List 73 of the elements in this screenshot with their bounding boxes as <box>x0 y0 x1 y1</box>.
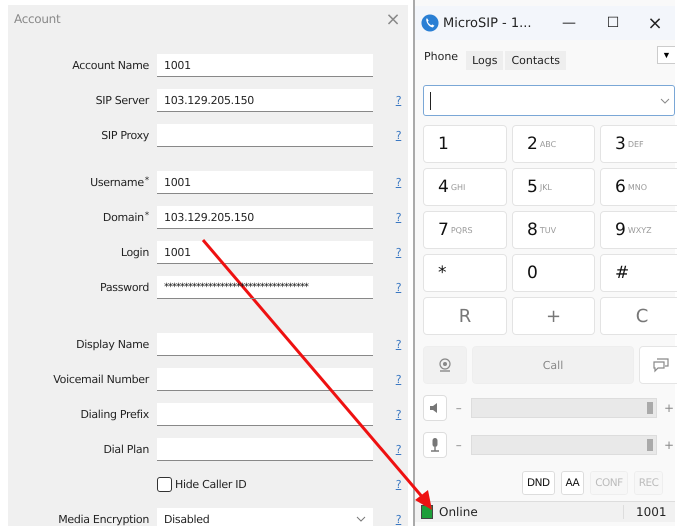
message-button[interactable] <box>639 346 677 384</box>
plus-label: + <box>663 401 675 415</box>
field-label: Media Encryption <box>58 513 149 526</box>
tab[interactable]: Contacts <box>505 51 566 70</box>
microphone-button[interactable] <box>423 432 447 458</box>
input-field[interactable]: 1001 <box>157 171 373 194</box>
keypad-key[interactable]: C <box>600 297 677 335</box>
keypad-key[interactable]: 0 <box>512 254 595 292</box>
close-button[interactable]: × <box>635 12 675 34</box>
field-label: Display Name <box>76 338 149 351</box>
chevron-down-icon <box>660 98 670 104</box>
speaker-button[interactable] <box>423 395 447 421</box>
toggle-button[interactable]: DND <box>522 471 555 495</box>
help-link[interactable]: ? <box>396 408 402 421</box>
field-label: Dialing Prefix <box>80 408 149 421</box>
help-link[interactable]: ? <box>396 338 402 351</box>
help-link[interactable]: ? <box>396 176 402 189</box>
help-link[interactable]: ? <box>396 513 402 526</box>
chevron-down-icon <box>356 516 366 522</box>
minus-label: – <box>454 438 463 452</box>
checkbox[interactable] <box>157 477 172 492</box>
input-field[interactable]: 103.129.205.150 <box>157 206 373 229</box>
keypad-key[interactable]: R <box>423 297 507 335</box>
help-link[interactable]: ? <box>396 443 402 456</box>
field-label: SIP Proxy <box>101 129 149 142</box>
input-field[interactable] <box>157 438 373 461</box>
input-field[interactable]: 1001 <box>157 54 373 77</box>
input-field[interactable] <box>157 333 373 356</box>
keypad-key[interactable]: 1 <box>423 125 507 163</box>
help-link[interactable]: ? <box>396 129 402 142</box>
field-label: Password <box>100 281 149 294</box>
minimize-button[interactable]: — <box>547 15 591 31</box>
help-link[interactable]: ? <box>396 373 402 386</box>
help-link[interactable]: ? <box>396 211 402 224</box>
maximize-button[interactable]: ☐ <box>591 15 635 31</box>
help-link[interactable]: ? <box>396 478 402 491</box>
webcam-icon <box>437 357 453 373</box>
video-button[interactable] <box>423 346 467 384</box>
keypad-key[interactable]: + <box>512 297 595 335</box>
input-field[interactable]: 1001 <box>157 241 373 264</box>
status-text: Online <box>439 505 479 519</box>
field-label: Domain$^{*}$ <box>102 211 149 224</box>
dropdown[interactable]: Disabled <box>157 508 373 526</box>
input-field[interactable] <box>157 403 373 426</box>
slider-thumb[interactable] <box>647 439 654 451</box>
account-number: 1001 <box>623 505 675 519</box>
keypad-key[interactable]: # <box>600 254 677 292</box>
chat-icon <box>652 357 670 373</box>
field-label: SIP Server <box>96 94 149 107</box>
window-title: Account <box>14 12 62 26</box>
window-title: MicroSIP - 1... <box>443 16 533 30</box>
input-field[interactable] <box>157 124 373 147</box>
field-label: Dial Plan <box>103 443 149 456</box>
field-label: Login <box>120 246 149 259</box>
minus-label: – <box>454 401 463 415</box>
field-label: Account Name <box>72 59 149 72</box>
help-link[interactable]: ? <box>396 94 402 107</box>
plus-label: + <box>663 438 675 452</box>
help-link[interactable]: ? <box>396 246 402 259</box>
field-label: Voicemail Number <box>53 373 149 386</box>
slider-thumb[interactable] <box>647 402 654 414</box>
input-field[interactable] <box>157 368 373 391</box>
menu-button[interactable]: ▼ <box>657 46 675 64</box>
phone-logo-icon <box>421 14 439 32</box>
tab[interactable]: Logs <box>466 51 504 70</box>
toggle-button[interactable]: AA <box>560 471 584 495</box>
field-label: Username$^{*}$ <box>90 176 149 189</box>
dial-field[interactable] <box>423 85 675 116</box>
checkbox-label: Hide Caller ID <box>175 478 246 491</box>
input-field[interactable]: 103.129.205.150 <box>157 89 373 112</box>
help-link[interactable]: ? <box>396 281 402 294</box>
microphone-icon <box>428 437 441 453</box>
keypad-key[interactable]: * <box>423 254 507 292</box>
